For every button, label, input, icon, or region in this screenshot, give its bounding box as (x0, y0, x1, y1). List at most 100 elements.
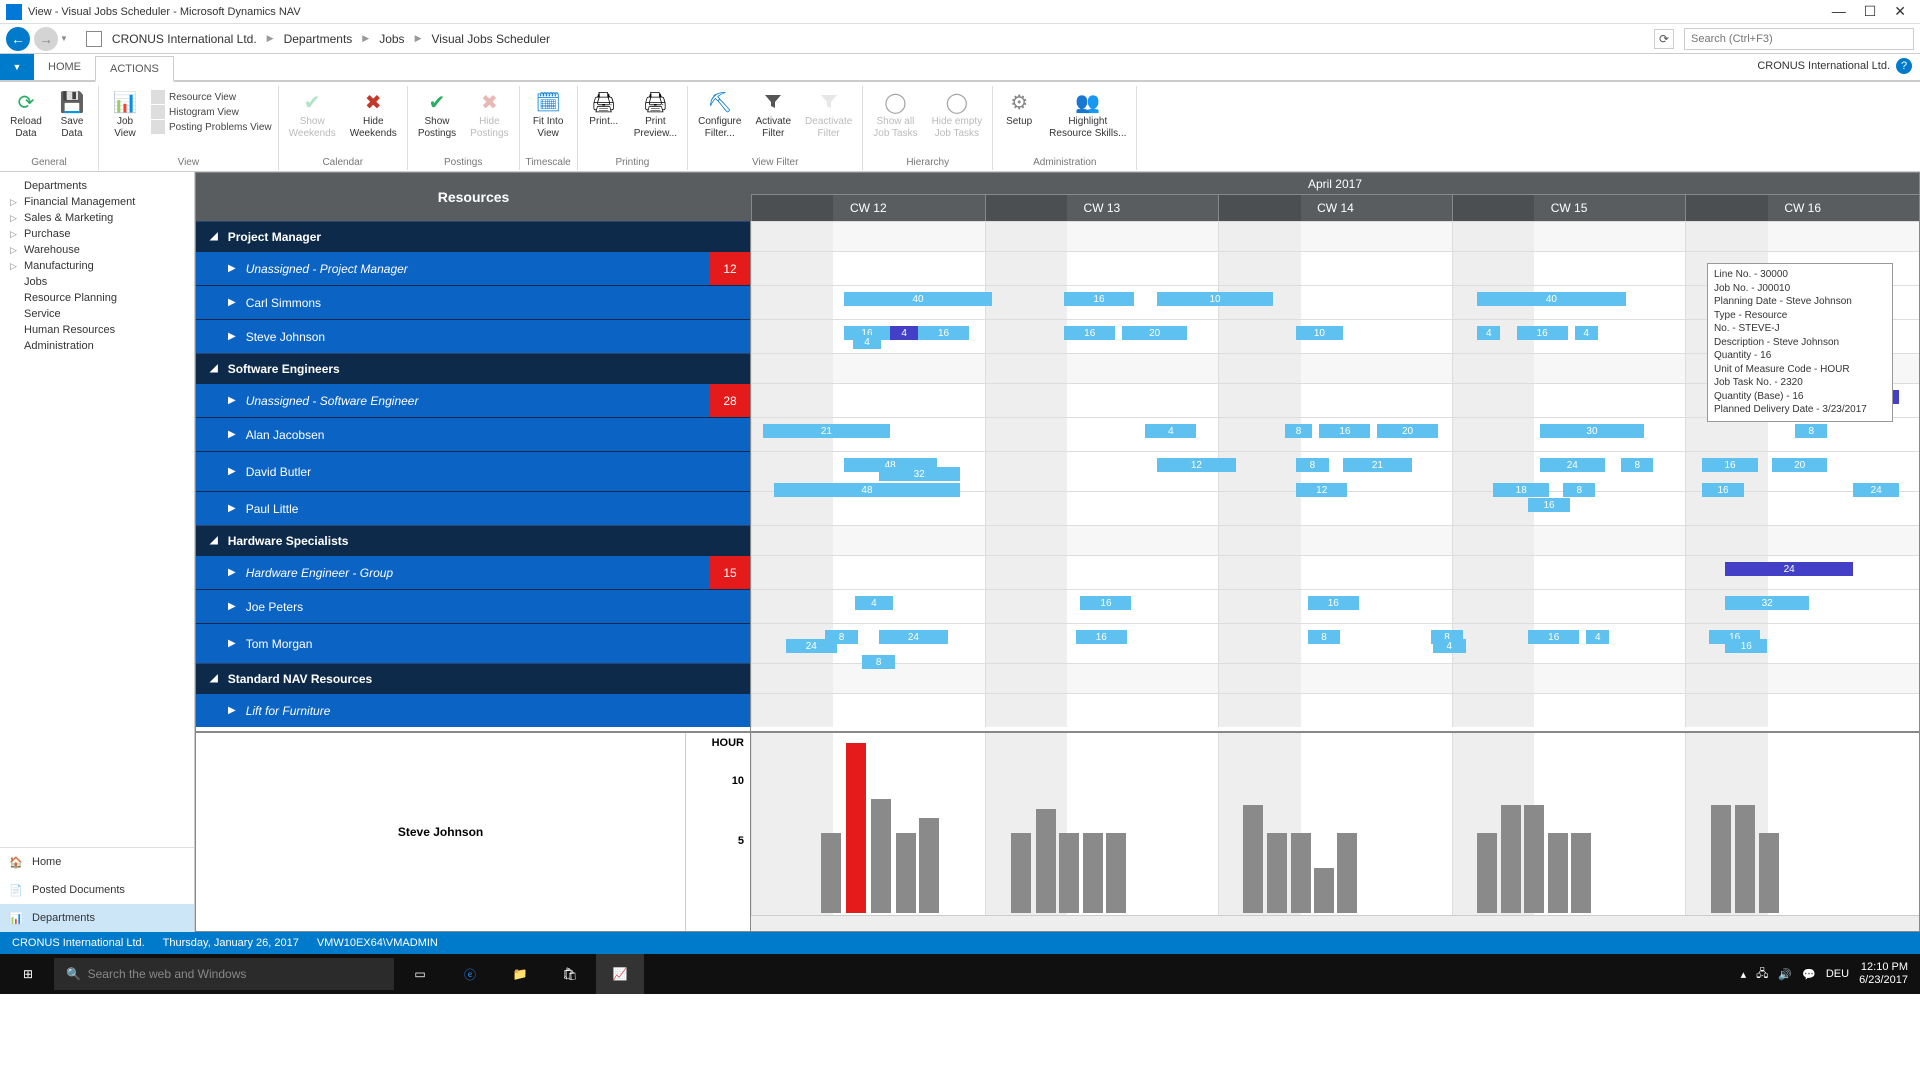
gantt-task[interactable]: 10 (1157, 292, 1273, 306)
tree-item[interactable]: ▷Financial Management (10, 194, 190, 210)
system-clock[interactable]: 12:10 PM6/23/2017 (1859, 961, 1908, 987)
resource-row[interactable]: ▶David Butler (196, 451, 750, 491)
job-view-button[interactable]: 📊Job View (105, 88, 145, 141)
gantt-task[interactable]: 16 (918, 326, 969, 340)
close-button[interactable]: ✕ (1894, 3, 1906, 20)
sidebar-link-posted-documents[interactable]: 📄Posted Documents (0, 876, 194, 904)
highlight-resource-skills-button[interactable]: 👥Highlight Resource Skills... (1045, 88, 1130, 141)
gantt-task[interactable]: 40 (1477, 292, 1625, 306)
resource-row[interactable]: ▶Hardware Engineer - Group15 (196, 555, 750, 589)
gantt-task[interactable]: 16 (1702, 458, 1758, 472)
gantt-task[interactable]: 32 (1725, 596, 1809, 610)
action-center-icon[interactable]: 💬 (1802, 968, 1816, 981)
gantt-task[interactable]: 8 (1308, 630, 1340, 644)
hide-empty-job-tasks-button[interactable]: ◯Hide empty Job Tasks (928, 88, 987, 141)
gantt-task[interactable]: 24 (1540, 458, 1605, 472)
windows-search-input[interactable]: 🔍 Search the web and Windows (54, 958, 394, 990)
breadcrumb-item[interactable]: Visual Jobs Scheduler (431, 32, 550, 46)
fit-into-view-button[interactable]: 🗓Fit Into View (528, 88, 568, 141)
tab-home[interactable]: HOME (34, 54, 95, 80)
tree-item[interactable]: Resource Planning (10, 290, 190, 306)
breadcrumb-item[interactable]: Departments (284, 32, 353, 46)
gantt-task[interactable]: 16 (1702, 483, 1744, 497)
search-input[interactable] (1684, 28, 1914, 50)
language-indicator[interactable]: DEU (1826, 968, 1849, 980)
gantt-task[interactable]: 4 (1575, 326, 1598, 340)
maximize-button[interactable]: ☐ (1864, 3, 1877, 20)
resource-group-row[interactable]: ◢Hardware Specialists (196, 525, 750, 555)
resource-group-row[interactable]: ◢Standard NAV Resources (196, 663, 750, 693)
breadcrumb-item[interactable]: Jobs (379, 32, 404, 46)
tree-item[interactable]: ▷Warehouse (10, 242, 190, 258)
tree-item[interactable]: Administration (10, 338, 190, 354)
show-postings-button[interactable]: ✔Show Postings (414, 88, 460, 141)
gantt-task[interactable]: 4 (853, 335, 881, 349)
tab-actions[interactable]: ACTIONS (95, 56, 174, 82)
show-weekends-button[interactable]: ✔Show Weekends (285, 88, 340, 141)
tree-item[interactable]: Service (10, 306, 190, 322)
gantt-task[interactable]: 4 (1433, 639, 1465, 653)
sidebar-link-departments[interactable]: 📊Departments (0, 904, 194, 932)
gantt-task[interactable]: 24 (786, 639, 837, 653)
gantt-task[interactable]: 40 (844, 292, 992, 306)
history-dropdown-icon[interactable]: ▼ (60, 34, 68, 43)
hide-postings-button[interactable]: ✖Hide Postings (466, 88, 512, 141)
gantt-task[interactable]: 20 (1772, 458, 1828, 472)
gantt-task[interactable]: 16 (1308, 596, 1359, 610)
gantt-task[interactable]: 16 (1528, 630, 1579, 644)
hide-weekends-button[interactable]: ✖Hide Weekends (346, 88, 401, 141)
reload-data-button[interactable]: ⟳Reload Data (6, 88, 46, 141)
tree-item[interactable]: ▷Purchase (10, 226, 190, 242)
gantt-task[interactable]: 12 (1157, 458, 1236, 472)
gantt-task[interactable]: 24 (879, 630, 949, 644)
gantt-task[interactable]: 32 (879, 467, 960, 481)
gantt-task[interactable]: 8 (862, 655, 894, 669)
resource-row[interactable]: ▶Paul Little (196, 491, 750, 525)
resource-row[interactable]: ▶Tom Morgan (196, 623, 750, 663)
print-preview-button[interactable]: 🖨Print Preview... (630, 88, 681, 141)
gantt-task[interactable]: 24 (1725, 562, 1853, 576)
gantt-task[interactable]: 8 (1563, 483, 1595, 497)
gantt-task[interactable]: 4 (1477, 326, 1500, 340)
gantt-task[interactable]: 16 (1064, 326, 1115, 340)
gantt-task[interactable]: 18 (1493, 483, 1549, 497)
gantt-task[interactable]: 8 (1296, 458, 1328, 472)
gantt-task[interactable]: 16 (1517, 326, 1568, 340)
help-icon[interactable]: ? (1896, 58, 1912, 74)
gantt-task[interactable]: 12 (1296, 483, 1347, 497)
volume-icon[interactable]: 🔊 (1778, 968, 1792, 981)
network-icon[interactable]: 🖧 (1756, 965, 1768, 984)
show-all-job-tasks-button[interactable]: ◯Show all Job Tasks (869, 88, 921, 141)
resource-row[interactable]: ▶Steve Johnson (196, 319, 750, 353)
resource-row[interactable]: ▶Unassigned - Project Manager12 (196, 251, 750, 285)
gantt-task[interactable]: 16 (1725, 639, 1767, 653)
start-button[interactable]: ⊞ (4, 954, 52, 994)
resource-row[interactable]: ▶Carl Simmons (196, 285, 750, 319)
tree-item[interactable]: Jobs (10, 274, 190, 290)
breadcrumb-company[interactable]: CRONUS International Ltd. (112, 32, 257, 46)
gantt-task[interactable]: 4 (1586, 630, 1609, 644)
resource-view-button[interactable]: Resource View (151, 90, 272, 104)
edge-icon[interactable]: ⓔ (446, 954, 494, 994)
back-button[interactable]: ← (6, 27, 30, 51)
tree-item[interactable]: Human Resources (10, 322, 190, 338)
tray-icon[interactable]: ▴ (1741, 968, 1747, 981)
gantt-task[interactable]: 20 (1122, 326, 1187, 340)
gantt-task[interactable]: 4 (1145, 424, 1196, 438)
resource-row[interactable]: ▶Lift for Furniture (196, 693, 750, 727)
nav-app-icon[interactable]: 📈 (596, 954, 644, 994)
gantt-task[interactable]: 24 (1853, 483, 1899, 497)
gantt-task[interactable]: 20 (1377, 424, 1437, 438)
gantt-task[interactable]: 21 (1343, 458, 1413, 472)
store-icon[interactable]: 🛍 (546, 954, 594, 994)
gantt-task[interactable]: 8 (1795, 424, 1827, 438)
gantt-task[interactable]: 4 (855, 596, 892, 610)
gantt-task[interactable]: 30 (1540, 424, 1644, 438)
refresh-button[interactable]: ⟳ (1654, 29, 1674, 49)
gantt-task[interactable]: 16 (1076, 630, 1127, 644)
gantt-task[interactable]: 21 (763, 424, 891, 438)
setup-button[interactable]: ⚙Setup (999, 88, 1039, 130)
gantt-task[interactable]: 10 (1296, 326, 1342, 340)
minimize-button[interactable]: — (1832, 3, 1846, 20)
sidebar-link-home[interactable]: 🏠Home (0, 848, 194, 876)
